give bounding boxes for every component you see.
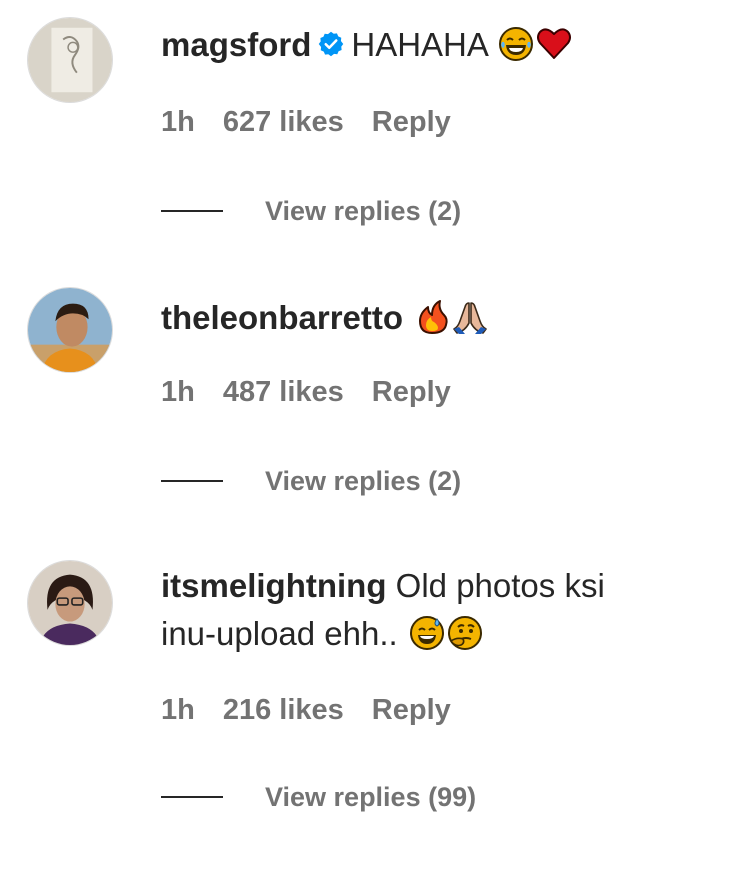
comment-text: HAHAHA xyxy=(351,26,488,63)
comment-header: theleonbarretto xyxy=(161,297,488,339)
thinking-face-icon xyxy=(447,615,483,651)
divider-line xyxy=(161,479,223,482)
comment-header: itsmelightning Old photos ksi xyxy=(161,565,605,607)
comment-header: magsford HAHAHA xyxy=(161,24,572,66)
fire-icon xyxy=(414,299,450,335)
username[interactable]: theleonbarretto xyxy=(161,299,403,336)
reply-button[interactable]: Reply xyxy=(372,376,451,408)
likes-count[interactable]: 216 likes xyxy=(223,694,344,726)
view-replies-button[interactable]: View replies (2) xyxy=(161,194,461,228)
red-heart-icon xyxy=(536,26,572,62)
timestamp: 1h xyxy=(161,376,195,408)
divider-line xyxy=(161,795,223,798)
avatar[interactable] xyxy=(27,17,113,103)
username[interactable]: magsford xyxy=(161,26,311,63)
comment-meta: 1h 216 likes Reply xyxy=(161,692,479,728)
verified-badge-icon xyxy=(317,30,345,58)
sweat-smile-icon xyxy=(409,615,445,651)
divider-line xyxy=(161,209,223,212)
timestamp: 1h xyxy=(161,106,195,138)
timestamp: 1h xyxy=(161,694,195,726)
view-replies-button[interactable]: View replies (99) xyxy=(161,780,476,814)
comment-meta: 1h 487 likes Reply xyxy=(161,374,479,410)
likes-count[interactable]: 487 likes xyxy=(223,376,344,408)
comment-text-line2: inu-upload ehh.. xyxy=(161,613,483,655)
comment-text: Old photos ksi xyxy=(395,567,605,604)
laughing-tears-icon xyxy=(498,26,534,62)
username[interactable]: itsmelightning xyxy=(161,567,387,604)
reply-button[interactable]: Reply xyxy=(372,694,451,726)
likes-count[interactable]: 627 likes xyxy=(223,106,344,138)
comment-text-continued: inu-upload ehh.. xyxy=(161,615,398,652)
view-replies-label: View replies (2) xyxy=(265,196,462,226)
reply-button[interactable]: Reply xyxy=(372,106,451,138)
avatar[interactable] xyxy=(27,560,113,646)
view-replies-label: View replies (99) xyxy=(265,782,477,812)
avatar[interactable] xyxy=(27,287,113,373)
view-replies-label: View replies (2) xyxy=(265,466,462,496)
view-replies-button[interactable]: View replies (2) xyxy=(161,464,461,498)
folded-hands-icon xyxy=(452,299,488,335)
comment-meta: 1h 627 likes Reply xyxy=(161,104,479,140)
